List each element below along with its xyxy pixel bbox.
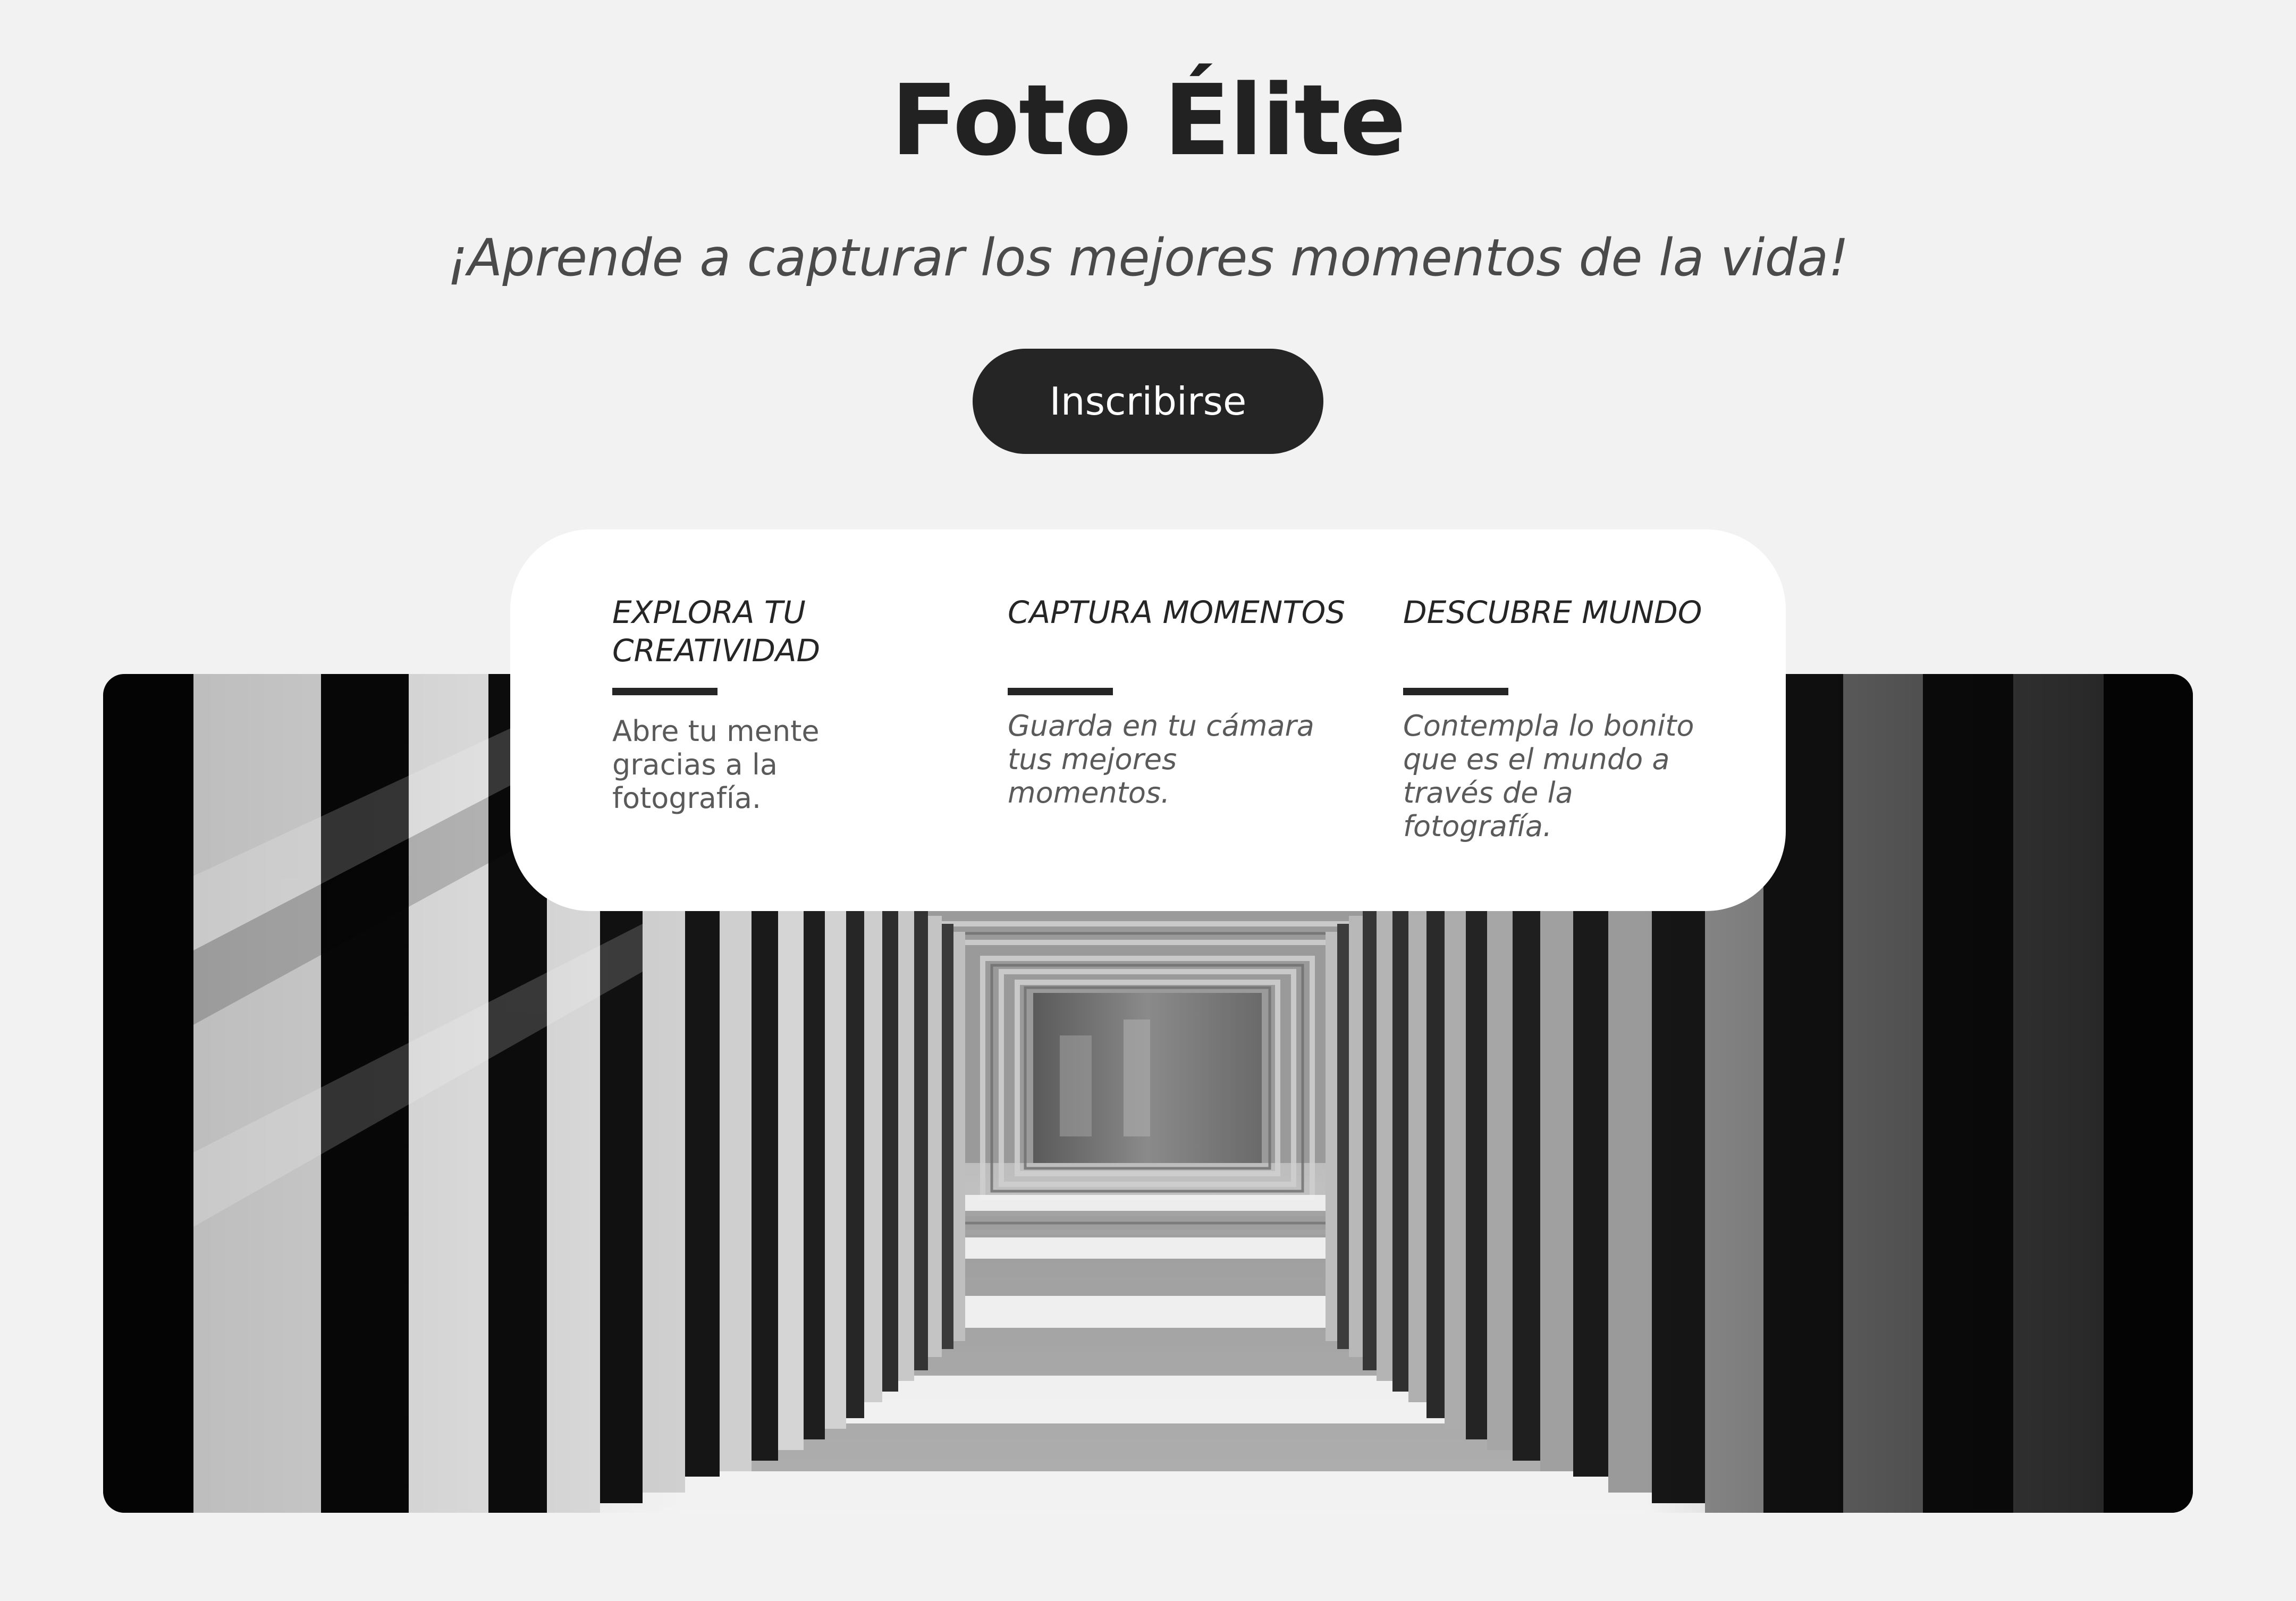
feature-divider xyxy=(612,688,718,695)
feature-title: CAPTURA MOMENTOS xyxy=(1008,594,1346,630)
landing-page: Foto Élite ¡Aprende a capturar los mejor… xyxy=(0,0,2296,1601)
feature-discover: DESCUBRE MUNDO Contempla lo bonito que e… xyxy=(1403,593,1743,843)
feature-title: DESCUBRE MUNDO xyxy=(1403,594,1702,630)
page-subtitle: ¡Aprende a capturar los mejores momentos… xyxy=(447,228,1849,288)
signup-button[interactable]: Inscribirse xyxy=(973,349,1323,454)
feature-text: Guarda en tu cámara tus mejores momentos… xyxy=(1008,709,1314,810)
feature-explore: EXPLORA TU CREATIVIDAD Abre tu mente gra… xyxy=(612,593,952,815)
page-title: Foto Élite xyxy=(891,64,1406,178)
feature-capture: CAPTURA MOMENTOS Guarda en tu cámara tus… xyxy=(1008,593,1348,810)
feature-divider xyxy=(1008,688,1113,695)
feature-title: EXPLORA TU CREATIVIDAD xyxy=(612,594,821,669)
features-card: EXPLORA TU CREATIVIDAD Abre tu mente gra… xyxy=(510,529,1786,911)
feature-divider xyxy=(1403,688,1508,695)
feature-text: Contempla lo bonito que es el mundo a tr… xyxy=(1403,709,1694,843)
feature-text: Abre tu mente gracias a la fotografía. xyxy=(612,714,820,815)
